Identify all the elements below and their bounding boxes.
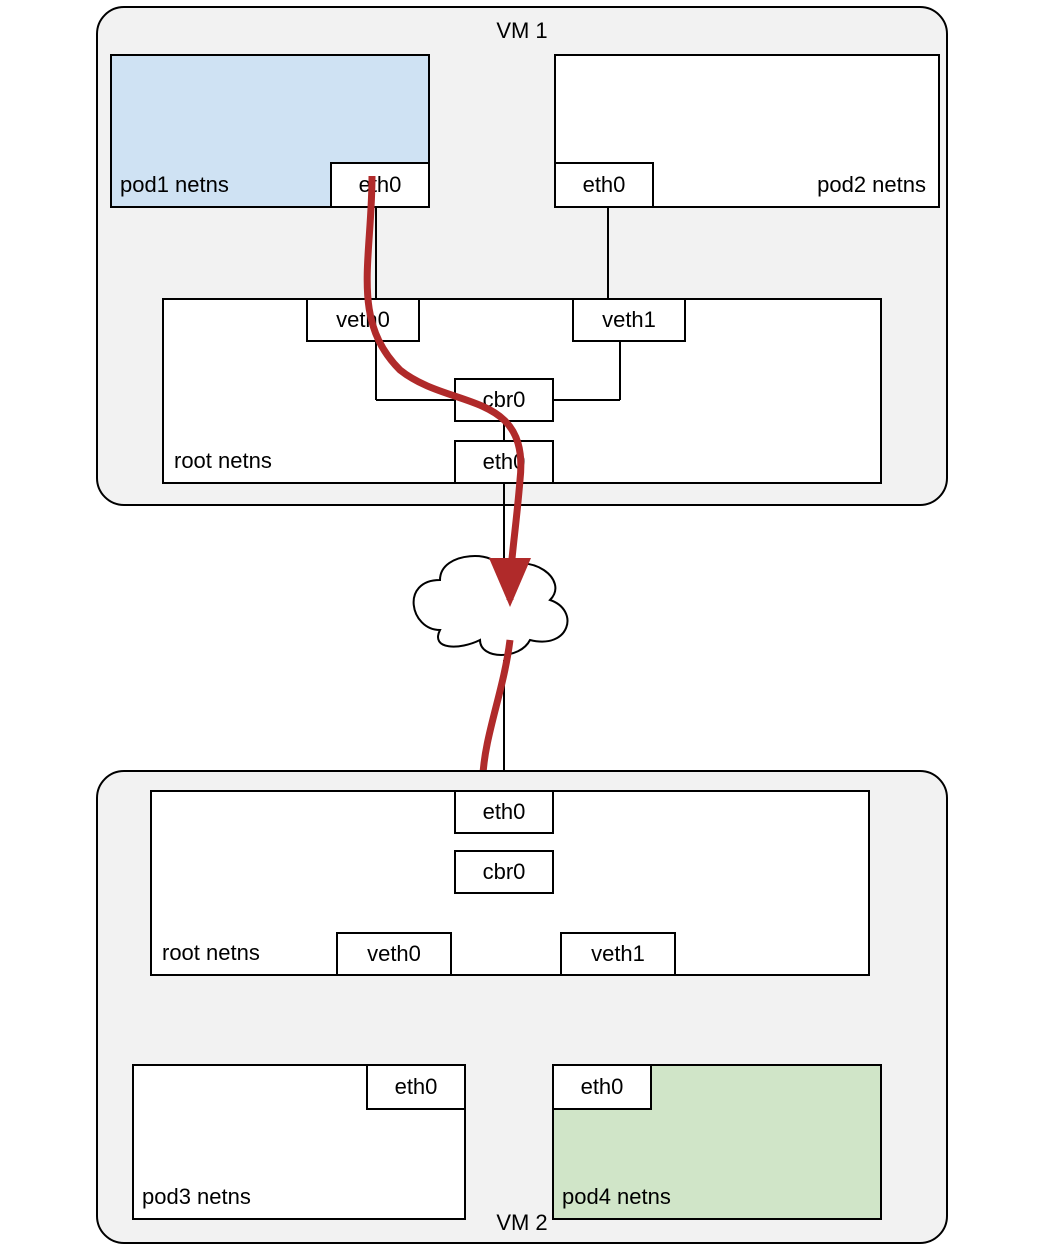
pod1-label: pod1 netns: [120, 172, 229, 198]
vm2-cbr0: cbr0: [454, 850, 554, 894]
pod3-label: pod3 netns: [142, 1184, 251, 1210]
pod3-eth0: eth0: [366, 1064, 466, 1110]
vm1-veth1: veth1: [572, 298, 686, 342]
vm2-root-label: root netns: [162, 940, 260, 966]
vm1-root-label: root netns: [174, 448, 272, 474]
pod2-eth0: eth0: [554, 162, 654, 208]
vm2-eth0: eth0: [454, 790, 554, 834]
pod1-eth0: eth0: [330, 162, 430, 208]
vm1-cbr0: cbr0: [454, 378, 554, 422]
vm1-veth0: veth0: [306, 298, 420, 342]
vm1-eth0: eth0: [454, 440, 554, 484]
network-diagram: VM 1 pod1 netns eth0 pod2 netns eth0 roo…: [0, 0, 1044, 1250]
pod2-label: pod2 netns: [817, 172, 926, 198]
vm2-veth0: veth0: [336, 932, 452, 976]
vm2-veth1: veth1: [560, 932, 676, 976]
pod4-eth0: eth0: [552, 1064, 652, 1110]
cloud-icon: [414, 556, 568, 655]
vm2-title: VM 2: [496, 1210, 547, 1236]
vm1-title: VM 1: [496, 18, 547, 44]
pod4-label: pod4 netns: [562, 1184, 671, 1210]
